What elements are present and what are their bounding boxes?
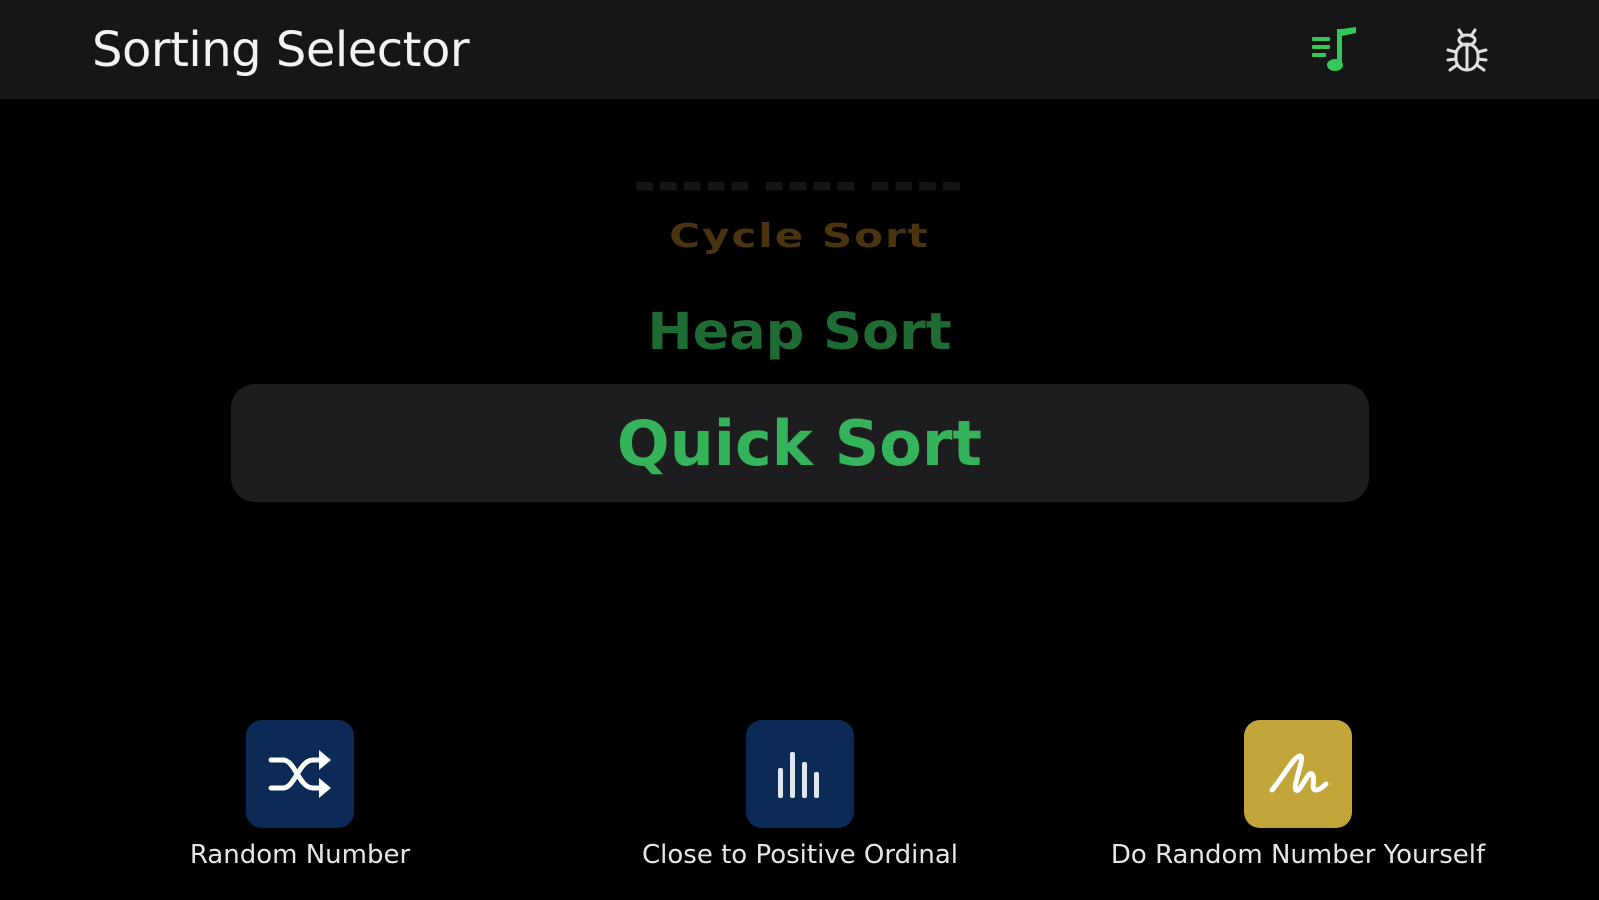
page-title: Sorting Selector <box>92 22 470 78</box>
header-bar: Sorting Selector <box>0 0 1599 99</box>
shuffle-icon <box>268 750 331 798</box>
do-random-number-yourself-button[interactable]: Do Random Number Yourself <box>1058 720 1538 872</box>
sort-picker[interactable]: ■■■■■ ■■■■ ■■■■ Cycle Sort Heap Sort Qui… <box>0 150 1599 530</box>
picker-item-heap-sort[interactable]: Heap Sort <box>0 300 1599 364</box>
signature-icon-tile <box>1244 720 1352 828</box>
picker-item-faded[interactable]: ■■■■■ ■■■■ ■■■■ <box>0 179 1599 193</box>
app-window: Sorting Selector ■■■■■ ■■■■ ■■■■ Cycle S… <box>0 0 1599 900</box>
music-list-icon <box>1312 27 1356 71</box>
random-number-button[interactable]: Random Number <box>60 720 540 872</box>
ordinal-icon-tile <box>746 720 854 828</box>
bug-icon <box>1446 28 1488 72</box>
debug-button[interactable] <box>1440 22 1494 78</box>
do-random-number-yourself-label: Do Random Number Yourself <box>1110 840 1486 870</box>
close-to-positive-ordinal-button[interactable]: Close to Positive Ordinal <box>560 720 1040 872</box>
close-to-positive-ordinal-label: Close to Positive Ordinal <box>641 840 958 870</box>
picker-item-quick-sort[interactable]: Quick Sort <box>0 404 1599 484</box>
bars-icon <box>778 752 819 798</box>
signature-icon <box>1269 753 1329 793</box>
random-number-label: Random Number <box>189 840 411 870</box>
picker-item-cycle-sort[interactable]: Cycle Sort <box>0 214 1599 258</box>
music-list-button[interactable] <box>1310 22 1364 78</box>
random-number-icon-tile <box>246 720 354 828</box>
